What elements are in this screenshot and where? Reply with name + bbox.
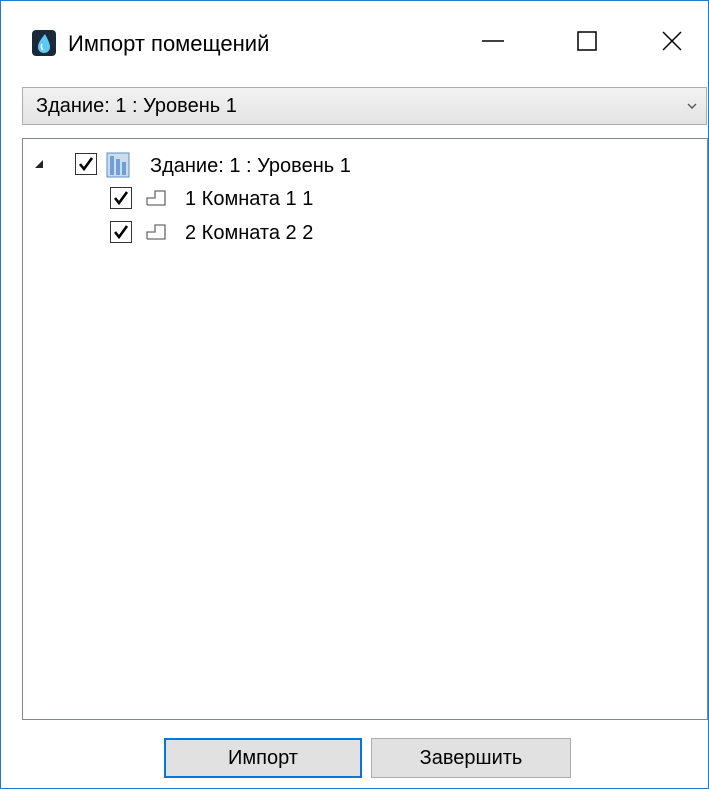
maximize-icon	[577, 31, 597, 51]
room-checkbox[interactable]	[110, 221, 132, 243]
tree-node-room[interactable]: 2 Комната 2 2	[23, 215, 703, 249]
minimize-button[interactable]	[449, 1, 537, 81]
app-drop-icon	[32, 30, 56, 56]
finish-button[interactable]: Завершить	[371, 738, 571, 778]
tree-node-room[interactable]: 1 Комната 1 1	[23, 181, 703, 215]
chevron-down-icon	[687, 103, 697, 109]
room-label: 2 Комната 2 2	[185, 222, 314, 244]
rooms-tree[interactable]: Здание: 1 : Уровень 1 1 Комната 1 1 2 Ко…	[22, 138, 708, 720]
expand-triangle-icon[interactable]	[33, 158, 45, 170]
room-icon	[146, 190, 166, 206]
building-icon	[106, 152, 130, 178]
window-title: Импорт помещений	[68, 31, 270, 56]
level-select-value: Здание: 1 : Уровень 1	[36, 95, 237, 117]
title-bar[interactable]: Импорт помещений	[1, 1, 708, 81]
room-icon	[146, 224, 166, 240]
checkmark-icon	[113, 191, 129, 206]
close-icon	[662, 31, 682, 51]
import-button[interactable]: Импорт	[164, 738, 362, 778]
level-select[interactable]: Здание: 1 : Уровень 1	[22, 87, 707, 125]
maximize-button[interactable]	[543, 1, 631, 81]
tree-node-building[interactable]: Здание: 1 : Уровень 1	[23, 147, 703, 181]
building-label: Здание: 1 : Уровень 1	[150, 155, 351, 177]
room-checkbox[interactable]	[110, 187, 132, 209]
checkmark-icon	[113, 225, 129, 240]
checkmark-icon	[78, 157, 94, 172]
building-checkbox[interactable]	[75, 153, 97, 175]
import-rooms-window: Импорт помещений Здание: 1 : Уровень 1 З…	[0, 0, 709, 789]
room-label: 1 Комната 1 1	[185, 188, 314, 210]
close-button[interactable]	[628, 1, 709, 81]
minimize-icon	[482, 40, 504, 42]
